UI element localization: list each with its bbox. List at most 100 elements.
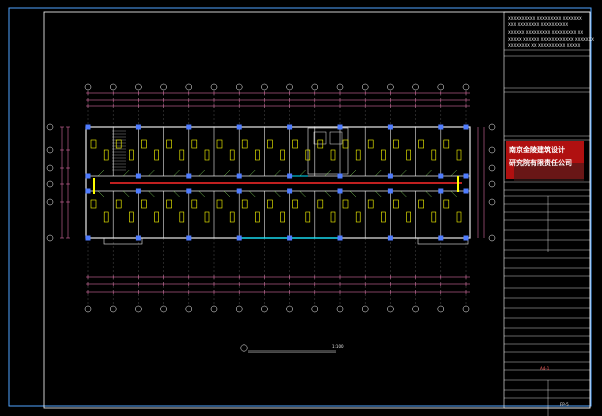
tb-note-2: XXX XXXXXXXX XXXXXXXXXX	[508, 22, 569, 27]
axis-bubble-bottom	[412, 305, 419, 313]
door-swing	[349, 169, 357, 177]
door-swing	[173, 190, 180, 198]
axis-bubble-top	[462, 83, 470, 91]
structural-column	[85, 188, 91, 194]
bathroom-fixture	[418, 139, 424, 149]
axis-bubble-bottom	[84, 305, 92, 313]
bathroom-fixture	[129, 149, 134, 161]
axis-bubble-left	[46, 180, 54, 188]
axis-bubble-right	[488, 146, 496, 154]
bathroom-fixture	[241, 199, 248, 209]
axis-bubble-bottom	[160, 305, 167, 313]
bathroom-fixture	[342, 199, 349, 209]
axis-bubble-bottom	[109, 305, 117, 313]
axis-bubble-left	[46, 234, 54, 242]
axis-bubble-bottom	[462, 305, 470, 313]
structural-column	[236, 124, 242, 130]
bathroom-fixture	[179, 211, 185, 223]
structural-column	[387, 235, 393, 241]
bathroom-fixture	[456, 149, 462, 161]
structural-column	[438, 173, 444, 179]
door-swing	[425, 190, 432, 198]
door-swing	[223, 190, 231, 198]
axis-bubble-top	[135, 83, 142, 91]
bathroom-fixture	[367, 199, 374, 209]
structural-column	[135, 173, 141, 179]
axis-bubble-top	[311, 83, 319, 91]
bathroom-fixture	[141, 139, 147, 149]
structural-column	[287, 124, 293, 130]
structural-column	[463, 173, 469, 179]
axis-bubble-right	[488, 180, 496, 188]
bathroom-fixture	[355, 149, 361, 161]
tb-note-5: XXXXXXXX XX XXXXXXXXXX XXXXX	[508, 43, 581, 48]
bathroom-fixture	[443, 199, 450, 209]
structural-column	[387, 188, 393, 194]
axis-bubble-top	[261, 83, 268, 91]
axis-bubble-right	[488, 234, 496, 242]
bathroom-fixture	[393, 139, 399, 149]
door-swing	[400, 190, 407, 198]
bathroom-fixture	[280, 149, 285, 161]
axis-bubble-top	[84, 83, 92, 91]
structural-column	[186, 124, 192, 130]
bathroom-fixture	[191, 139, 198, 149]
structural-column	[463, 235, 469, 241]
bathroom-fixture	[141, 199, 147, 209]
structural-column	[186, 188, 192, 194]
door-swing	[375, 169, 382, 177]
door-swing	[249, 190, 256, 198]
door-swing	[324, 190, 331, 198]
bathroom-fixture	[355, 211, 361, 223]
door-swing	[223, 169, 231, 177]
structural-column	[135, 235, 141, 241]
structural-column	[186, 235, 192, 241]
door-swing	[450, 169, 457, 177]
structural-column	[337, 173, 343, 179]
door-swing	[349, 190, 357, 198]
structural-column	[287, 235, 293, 241]
bathroom-fixture	[418, 199, 424, 209]
structural-column	[186, 173, 192, 179]
bathroom-fixture	[216, 199, 223, 209]
bathroom-fixture	[204, 211, 210, 223]
axis-bubble-top	[336, 83, 344, 91]
structural-column	[463, 124, 469, 130]
bathroom-fixture	[166, 139, 172, 149]
structural-column	[438, 124, 444, 130]
axis-bubble-right	[488, 198, 496, 206]
structural-column	[387, 173, 393, 179]
tb-note-3: XXXXXX XXXXXXXXX XXXXXXXXX XX	[508, 30, 584, 35]
sheet-inner-frame	[43, 11, 591, 409]
structural-column	[287, 188, 293, 194]
company-name-line2: 研究院有限责任公司	[509, 159, 572, 167]
axis-bubble-bottom	[286, 305, 293, 313]
axis-bubble-bottom	[185, 305, 193, 313]
bathroom-fixture	[342, 139, 349, 149]
door-swing	[198, 190, 205, 198]
axis-bubble-top	[185, 83, 193, 91]
door-swing	[173, 169, 180, 177]
bathroom-fixture	[229, 211, 235, 223]
structural-column	[337, 124, 343, 130]
axis-bubble-left	[46, 164, 54, 172]
bathroom-fixture	[204, 149, 210, 161]
door-swing	[123, 169, 130, 177]
axis-bubble-top	[387, 83, 394, 91]
bathroom-fixture	[90, 199, 97, 209]
bathroom-fixture	[267, 139, 273, 149]
axis-bubble-bottom	[210, 305, 218, 313]
structural-column	[438, 188, 444, 194]
axis-bubble-bottom	[437, 305, 445, 313]
door-swing	[324, 169, 331, 177]
door-swing	[97, 190, 105, 198]
bathroom-fixture	[115, 139, 122, 149]
axis-bubble-bottom	[361, 305, 369, 313]
axis-bubble-top	[109, 83, 117, 91]
door-swing	[274, 169, 281, 177]
axis-bubble-top	[412, 83, 419, 91]
structural-column	[337, 235, 343, 241]
bathroom-fixture	[255, 211, 260, 223]
bathroom-fixture	[443, 139, 450, 149]
title-block-lines	[504, 49, 590, 416]
